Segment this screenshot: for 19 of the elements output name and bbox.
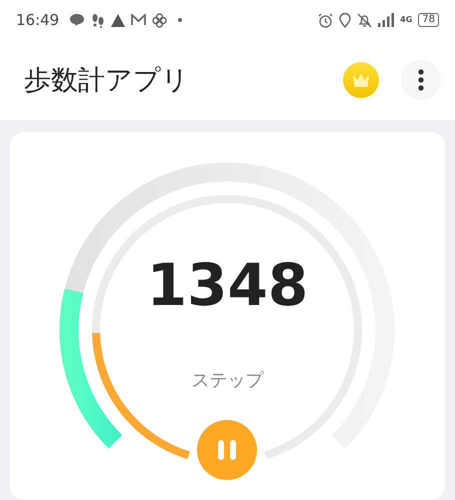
alarm-clock-icon bbox=[318, 12, 334, 28]
bell-off-icon bbox=[357, 12, 372, 28]
mail-icon bbox=[131, 14, 146, 26]
menu-icon bbox=[418, 69, 424, 91]
crown-button[interactable] bbox=[343, 62, 379, 98]
step-unit: ステップ bbox=[192, 369, 264, 392]
more-options-button[interactable] bbox=[401, 60, 441, 100]
network-type: 4G bbox=[400, 16, 412, 24]
app-title: 歩数計アプリ bbox=[24, 64, 190, 98]
footprints-icon bbox=[91, 12, 106, 28]
battery-level: 78 bbox=[418, 13, 439, 27]
signal-icon bbox=[378, 13, 394, 27]
fan-icon bbox=[152, 12, 168, 28]
crown-icon bbox=[352, 74, 370, 86]
chat-bubble-icon bbox=[69, 13, 86, 27]
step-count: 1348 bbox=[146, 252, 308, 318]
triangle-icon bbox=[111, 14, 126, 26]
location-pin-icon bbox=[339, 12, 352, 28]
clock-time: 16:49 bbox=[16, 11, 60, 29]
